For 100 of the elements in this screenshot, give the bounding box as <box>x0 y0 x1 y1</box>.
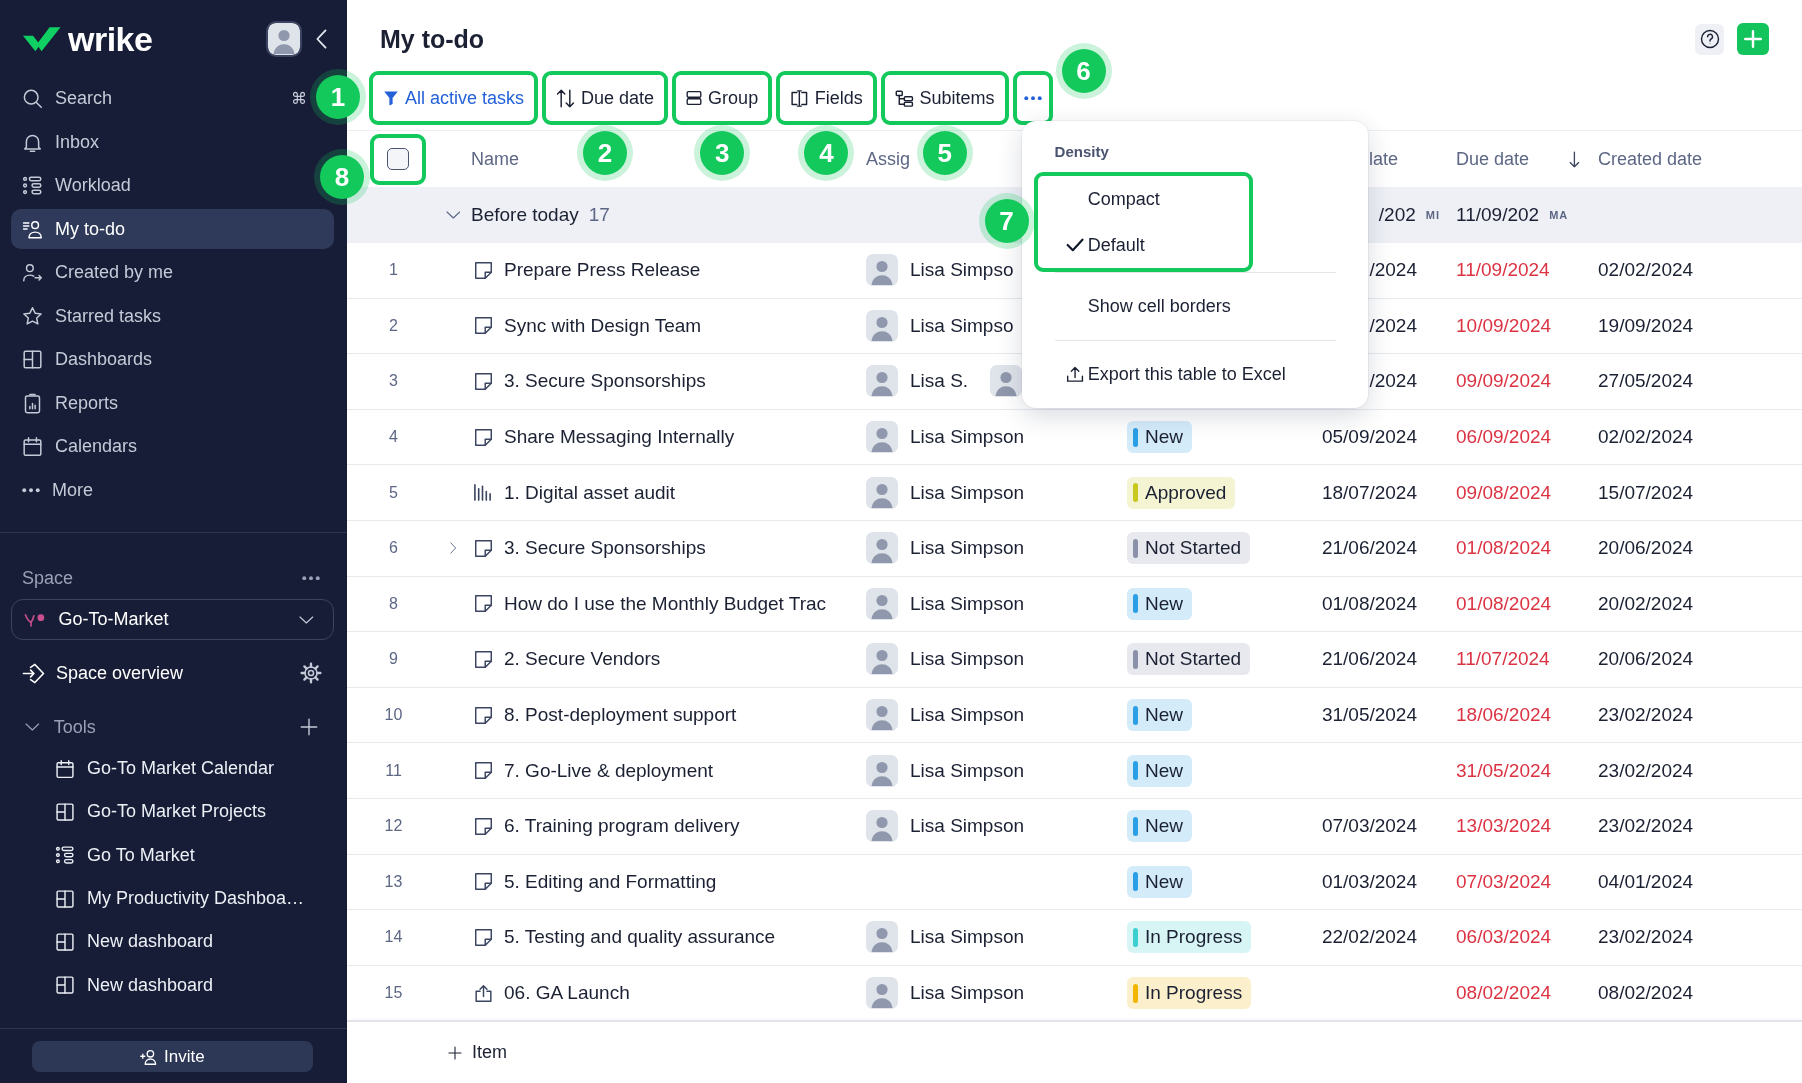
menu-option[interactable]: Compact <box>1037 176 1249 222</box>
filter-button[interactable]: All active tasks <box>369 71 539 125</box>
add-icon[interactable] <box>300 718 318 736</box>
chevron-down-icon[interactable] <box>25 723 40 731</box>
tool-item[interactable]: New dashboard <box>0 920 347 964</box>
nav-item[interactable]: Calendars <box>11 426 307 467</box>
sort-button[interactable]: Due date <box>542 71 669 125</box>
column-header[interactable]: Created date <box>1598 148 1703 170</box>
status-tag[interactable]: Approved <box>1127 476 1236 509</box>
avatar-icon <box>866 476 898 509</box>
tool-item[interactable]: Go To Market <box>0 833 347 877</box>
nav-item[interactable]: My to-do <box>11 209 334 250</box>
task-icon <box>473 372 493 391</box>
upload-box-icon <box>473 983 493 1003</box>
nav-item[interactable]: Workload <box>11 165 307 206</box>
select-all-checkbox[interactable] <box>387 148 409 170</box>
start-date: 07/03/2024 <box>1321 815 1417 838</box>
status-tag[interactable]: New <box>1127 865 1192 898</box>
assignee-name: Lisa Simpson <box>910 537 1025 560</box>
task-name[interactable]: Prepare Press Release <box>504 259 701 282</box>
more-icon[interactable] <box>302 575 320 581</box>
settings-icon[interactable] <box>300 662 322 684</box>
assignee-name: Lisa Simpso <box>910 259 1014 282</box>
task-name[interactable]: 6. Training program delivery <box>504 815 740 838</box>
status-tag[interactable]: Not Started <box>1127 532 1251 565</box>
due-date: 11/07/2024 <box>1456 648 1550 671</box>
space-selector[interactable]: Go-To-Market <box>11 599 334 640</box>
task-name[interactable]: 06. GA Launch <box>504 982 630 1004</box>
tool-item[interactable]: Go-To Market Calendar <box>0 747 347 791</box>
task-name[interactable]: 8. Post-deployment support <box>504 704 737 727</box>
start-date: 01/03/2024 <box>1321 870 1417 893</box>
assignee-name: Lisa Simpson <box>910 815 1025 838</box>
logo-wordmark: wrike <box>68 21 153 56</box>
task-name[interactable]: 5. Editing and Formatting <box>504 870 717 893</box>
status-tag[interactable]: New <box>1127 587 1192 620</box>
help-icon <box>1699 29 1720 49</box>
task-name[interactable]: 3. Secure Sponsorships <box>504 537 706 560</box>
filter-icon <box>383 90 399 106</box>
nav-item[interactable]: Starred tasks <box>11 296 307 337</box>
nav-item[interactable]: Created by me <box>11 252 307 293</box>
status-tag[interactable]: New <box>1127 810 1192 843</box>
nav-item[interactable]: More <box>11 470 307 511</box>
nav-item[interactable]: Dashboards <box>11 339 307 380</box>
status-tag[interactable]: New <box>1127 699 1192 732</box>
menu-item[interactable]: Export this table to Excel <box>1021 341 1368 408</box>
summary-label: MI <box>1425 209 1440 221</box>
start-date: /2024 <box>1369 370 1417 393</box>
task-name[interactable]: 1. Digital asset audit <box>504 481 676 504</box>
status-tag[interactable]: New <box>1127 754 1192 787</box>
status-tag[interactable]: New <box>1127 421 1192 454</box>
nav-item[interactable]: Reports <box>11 383 307 424</box>
due-date: 06/03/2024 <box>1456 926 1552 949</box>
nav-item[interactable]: Inbox <box>11 122 307 163</box>
task-name[interactable]: How do I use the Monthly Budget Trac <box>504 592 827 615</box>
group-button[interactable]: Group <box>672 71 773 125</box>
space-overview-link[interactable]: Space overview <box>22 662 183 684</box>
task-name[interactable]: 7. Go-Live & deployment <box>504 759 714 782</box>
assignee-name: Lisa Simpso <box>910 314 1014 337</box>
status-tag[interactable]: In Progress <box>1127 977 1252 1009</box>
step-marker: 5 <box>916 125 973 181</box>
column-header[interactable]: late <box>1368 148 1398 170</box>
dashboard-icon <box>55 801 75 822</box>
calendar-icon <box>22 436 43 458</box>
tool-item[interactable]: New dashboard <box>0 963 347 1007</box>
status-tag[interactable]: In Progress <box>1127 921 1252 954</box>
avatar-icon <box>866 254 898 287</box>
subitems-button[interactable]: Subitems <box>880 71 1009 125</box>
menu-option[interactable]: Default <box>1037 222 1249 268</box>
invite-button[interactable]: Invite <box>32 1041 313 1072</box>
help-button[interactable] <box>1695 23 1724 55</box>
group-title: Before today <box>471 204 579 226</box>
task-name[interactable]: 3. Secure Sponsorships <box>504 370 706 393</box>
chevron-left-icon[interactable] <box>316 28 327 49</box>
task-icon <box>473 927 493 947</box>
task-icon <box>473 594 493 614</box>
menu-item[interactable]: Show cell borders <box>1021 273 1368 340</box>
column-header[interactable]: Name <box>471 148 519 170</box>
tool-item[interactable]: My Productivity Dashboa… <box>0 876 347 921</box>
due-date: 11/09/2024 <box>1456 259 1550 282</box>
row-number: 4 <box>389 428 398 447</box>
add-item-button[interactable]: Item <box>448 1042 507 1064</box>
section-heading: Tools <box>53 716 96 738</box>
created-date: 02/02/2024 <box>1598 426 1694 449</box>
expand-chevron-icon[interactable] <box>449 542 457 555</box>
column-header[interactable]: Assig <box>866 148 910 170</box>
created-date: 23/02/2024 <box>1598 815 1694 838</box>
menu-heading: Density <box>1054 143 1109 161</box>
fields-button[interactable]: Fields <box>776 71 877 125</box>
nav-item[interactable]: Search ⌘ <box>11 78 307 119</box>
task-name[interactable]: 2. Secure Vendors <box>504 648 661 671</box>
status-tag[interactable]: Not Started <box>1127 643 1251 676</box>
task-name[interactable]: Sync with Design Team <box>504 314 702 337</box>
task-name[interactable]: Share Messaging Internally <box>504 426 735 449</box>
section-heading: Space <box>22 567 74 589</box>
column-header[interactable]: Due date <box>1456 148 1530 170</box>
due-date: 01/08/2024 <box>1456 592 1552 615</box>
chevron-down-icon[interactable] <box>445 211 461 219</box>
task-name[interactable]: 5. Testing and quality assurance <box>504 926 776 949</box>
due-date: 10/09/2024 <box>1456 314 1552 337</box>
tool-item[interactable]: Go-To Market Projects <box>0 790 347 834</box>
